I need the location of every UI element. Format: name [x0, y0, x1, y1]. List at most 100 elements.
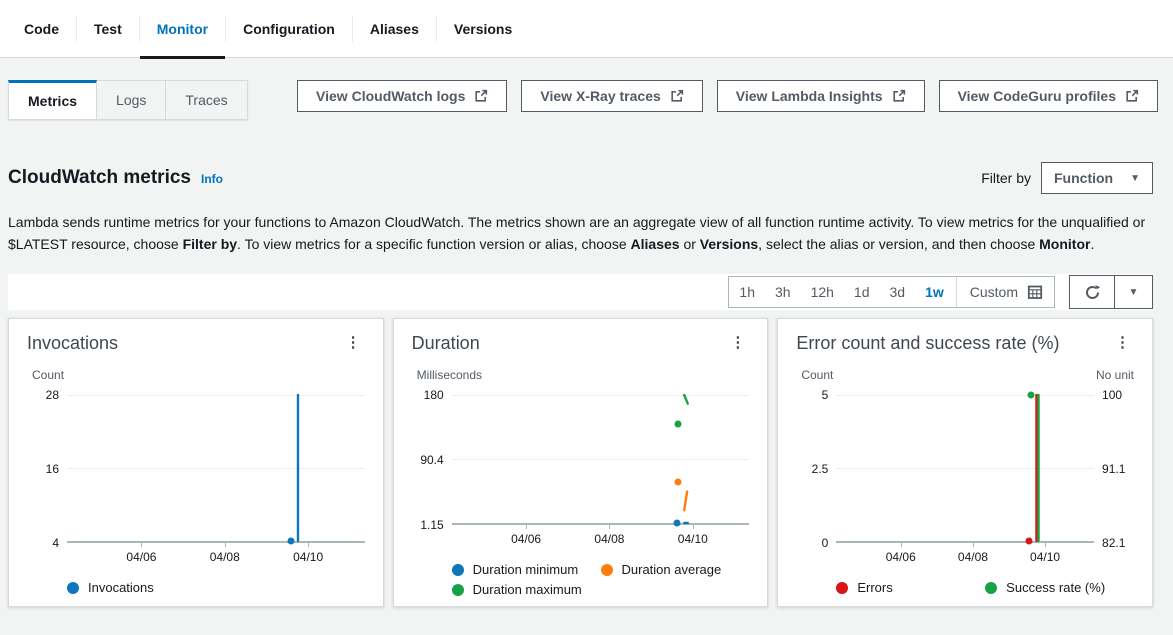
kebab-menu-icon[interactable]: ⋮ — [342, 333, 365, 352]
legend-item-duration-minimum: Duration minimum — [452, 562, 601, 577]
tab-code[interactable]: Code — [7, 0, 76, 58]
y-axis-unit: Milliseconds — [417, 368, 482, 382]
button-label: View CodeGuru profiles — [958, 88, 1116, 104]
chart-legend: Errors Success rate (%) — [836, 580, 1134, 595]
y-axis-labels-right: 100 91.1 82.1 — [1094, 395, 1134, 543]
kebab-menu-icon[interactable]: ⋮ — [1111, 333, 1134, 352]
chart-card-invocations: Invocations ⋮ Count 28 16 4 04/0604/0804… — [8, 318, 384, 607]
refresh-icon — [1084, 284, 1101, 301]
view-codeguru-profiles-button[interactable]: View CodeGuru profiles — [939, 80, 1158, 112]
filter-by-label: Filter by — [981, 170, 1031, 186]
tab-monitor[interactable]: Monitor — [140, 0, 225, 58]
view-lambda-insights-button[interactable]: View Lambda Insights — [717, 80, 925, 112]
description-text: Lambda sends runtime metrics for your fu… — [8, 211, 1148, 255]
filter-by: Filter by Function ▼ — [981, 162, 1153, 194]
chart-title: Error count and success rate (%) — [796, 333, 1059, 354]
y-tick-label: 5 — [822, 388, 829, 402]
y-tick-label: 180 — [424, 388, 444, 402]
legend-label: Invocations — [88, 580, 154, 595]
range-1h[interactable]: 1h — [729, 284, 765, 300]
calendar-icon — [1027, 284, 1043, 300]
y-tick-label: 2.5 — [812, 462, 829, 476]
y-axis-unit-right: No unit — [1096, 368, 1134, 382]
legend-swatch — [67, 582, 79, 594]
external-link-icon — [474, 89, 488, 103]
y-tick-label: 91.1 — [1102, 462, 1125, 476]
chart-title: Duration — [412, 333, 480, 354]
data-series-mark — [684, 492, 687, 511]
chevron-down-icon: ▼ — [1130, 173, 1140, 184]
view-x-ray-traces-button[interactable]: View X-Ray traces — [521, 80, 702, 112]
range-custom[interactable]: Custom — [959, 284, 1054, 300]
chart-card-errors-success: Error count and success rate (%) ⋮ Count… — [777, 318, 1153, 607]
metrics-header: CloudWatch metrics Info Filter by Functi… — [8, 162, 1153, 194]
tab-aliases[interactable]: Aliases — [353, 0, 436, 58]
refresh-options-dropdown[interactable]: ▼ — [1114, 276, 1152, 308]
ranges-divider — [956, 277, 957, 307]
range-3h[interactable]: 3h — [765, 284, 801, 300]
filter-function-value: Function — [1054, 170, 1113, 186]
legend-label: Success rate (%) — [1006, 580, 1105, 595]
refresh-group: ▼ — [1069, 275, 1153, 309]
y-axis-labels-left: 5 2.5 0 — [796, 395, 836, 543]
subtab-traces[interactable]: Traces — [166, 80, 247, 120]
chart-legend: Duration minimumDuration averageDuration… — [452, 562, 750, 597]
refresh-button[interactable] — [1070, 276, 1114, 308]
range-3d[interactable]: 3d — [880, 284, 916, 300]
range-1d[interactable]: 1d — [844, 284, 880, 300]
x-tick — [693, 525, 694, 529]
filter-function-dropdown[interactable]: Function ▼ — [1041, 162, 1153, 194]
page-title: CloudWatch metrics — [8, 167, 191, 189]
range-12h[interactable]: 12h — [801, 284, 844, 300]
legend-item-errors: Errors — [836, 580, 985, 595]
chevron-down-icon: ▼ — [1129, 287, 1139, 298]
tab-configuration[interactable]: Configuration — [226, 0, 352, 58]
x-tick-label: 04/10 — [678, 532, 708, 546]
y-tick-label: 82.1 — [1102, 536, 1125, 550]
x-tick — [225, 543, 226, 547]
range-1w[interactable]: 1w — [915, 284, 954, 300]
time-range-bar: 1h3h12h1d3d1w Custom ▼ — [8, 274, 1153, 310]
tab-versions[interactable]: Versions — [437, 0, 529, 58]
button-label: View CloudWatch logs — [316, 88, 465, 104]
subtab-logs[interactable]: Logs — [97, 80, 166, 120]
y-tick-label: 4 — [52, 536, 59, 550]
function-tab-bar: CodeTestMonitorConfigurationAliasesVersi… — [0, 0, 1173, 58]
x-tick-label: 04/08 — [594, 532, 624, 546]
time-range-selector: 1h3h12h1d3d1w Custom — [728, 276, 1055, 308]
legend-label: Duration maximum — [473, 582, 582, 597]
legend-swatch — [452, 564, 464, 576]
subtab-metrics[interactable]: Metrics — [8, 80, 97, 120]
tab-test[interactable]: Test — [77, 0, 139, 58]
y-axis-labels: 180 90.4 1.15 — [412, 395, 452, 525]
info-link[interactable]: Info — [201, 172, 223, 186]
legend-label: Errors — [857, 580, 892, 595]
chart-legend: Invocations — [67, 580, 365, 595]
x-tick — [141, 543, 142, 547]
x-tick-label: 04/06 — [126, 550, 156, 564]
legend-swatch — [452, 584, 464, 596]
chart-card-duration: Duration ⋮ Milliseconds 180 90.4 1.15 04… — [393, 318, 769, 607]
external-link-icon — [670, 89, 684, 103]
legend-swatch — [601, 564, 613, 576]
y-tick-label: 0 — [822, 536, 829, 550]
y-axis-unit: Count — [32, 368, 64, 382]
external-link-icon — [1125, 89, 1139, 103]
x-tick-label: 04/08 — [210, 550, 240, 564]
y-tick-label: 90.4 — [420, 453, 443, 467]
data-series-mark — [684, 395, 688, 404]
y-tick-label: 1.15 — [420, 518, 443, 532]
kebab-menu-icon[interactable]: ⋮ — [726, 333, 749, 352]
legend-label: Duration minimum — [473, 562, 578, 577]
button-label: View Lambda Insights — [736, 88, 883, 104]
y-tick-label: 28 — [46, 388, 59, 402]
x-tick — [609, 525, 610, 529]
legend-item-duration-maximum: Duration maximum — [452, 582, 601, 597]
x-tick — [973, 543, 974, 547]
x-tick — [526, 525, 527, 529]
x-tick-label: 04/06 — [886, 550, 916, 564]
external-actions: View CloudWatch logs View X-Ray traces Vie… — [297, 80, 1158, 112]
y-axis-unit-left: Count — [801, 368, 833, 382]
view-cloudwatch-logs-button[interactable]: View CloudWatch logs — [297, 80, 507, 112]
button-label: View X-Ray traces — [540, 88, 660, 104]
